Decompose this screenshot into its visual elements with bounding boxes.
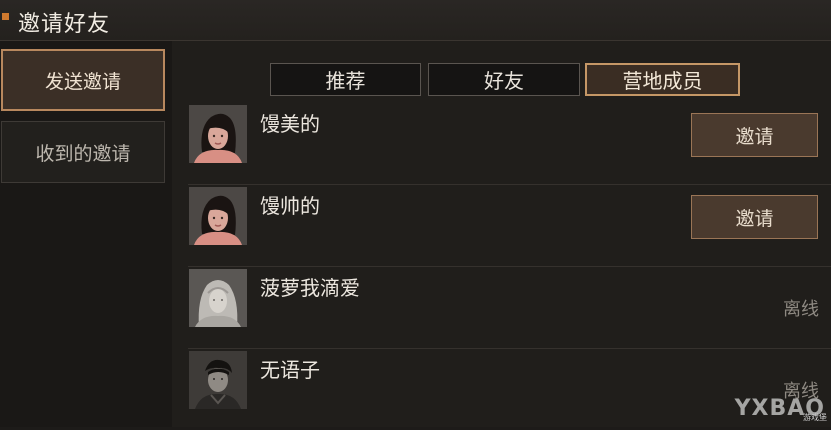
header-marker [2, 13, 9, 20]
female-avatar-icon [189, 187, 247, 245]
sidebar-item-received-invites[interactable]: 收到的邀请 [1, 121, 165, 183]
avatar [189, 351, 247, 409]
hooded-avatar-icon [189, 269, 247, 327]
member-name: 馒帅的 [260, 194, 320, 218]
list-item: 菠萝我滴爱 离线 [188, 266, 831, 349]
list-item: 馒帅的 邀请 [188, 184, 831, 267]
tab-recommended[interactable]: 推荐 [270, 63, 421, 96]
member-name: 馒美的 [260, 112, 320, 136]
page-title: 邀请好友 [18, 12, 111, 37]
tab-camp-members[interactable]: 营地成员 [585, 63, 740, 96]
tab-label: 营地成员 [622, 69, 703, 93]
sidebar: 发送邀请 收到的邀请 [0, 41, 172, 427]
list-item: 馒美的 邀请 [188, 102, 831, 185]
tab-label: 推荐 [325, 69, 366, 93]
watermark-subtext: 游戏堡 [803, 413, 827, 422]
invite-button[interactable]: 邀请 [691, 195, 818, 239]
sidebar-item-label: 发送邀请 [44, 70, 121, 93]
female-avatar-icon [189, 105, 247, 163]
sidebar-item-send-invite[interactable]: 发送邀请 [1, 49, 165, 111]
member-name: 菠萝我滴爱 [260, 276, 360, 300]
member-name: 无语子 [260, 358, 320, 382]
status-offline: 离线 [783, 299, 819, 320]
main-panel: 推荐 好友 营地成员 馒美的 邀请 馒帅的 邀请 菠萝我滴爱 离线 无语子 离线 [172, 41, 831, 427]
invite-button[interactable]: 邀请 [691, 113, 818, 157]
invite-button-label: 邀请 [735, 125, 774, 148]
tab-label: 好友 [484, 69, 524, 93]
avatar [189, 105, 247, 163]
sidebar-item-label: 收到的邀请 [35, 142, 131, 165]
male-avatar-icon [189, 351, 247, 409]
avatar [189, 187, 247, 245]
title-bar: 邀请好友 [0, 0, 831, 41]
avatar [189, 269, 247, 327]
invite-button-label: 邀请 [735, 207, 774, 230]
tab-friends[interactable]: 好友 [428, 63, 580, 96]
